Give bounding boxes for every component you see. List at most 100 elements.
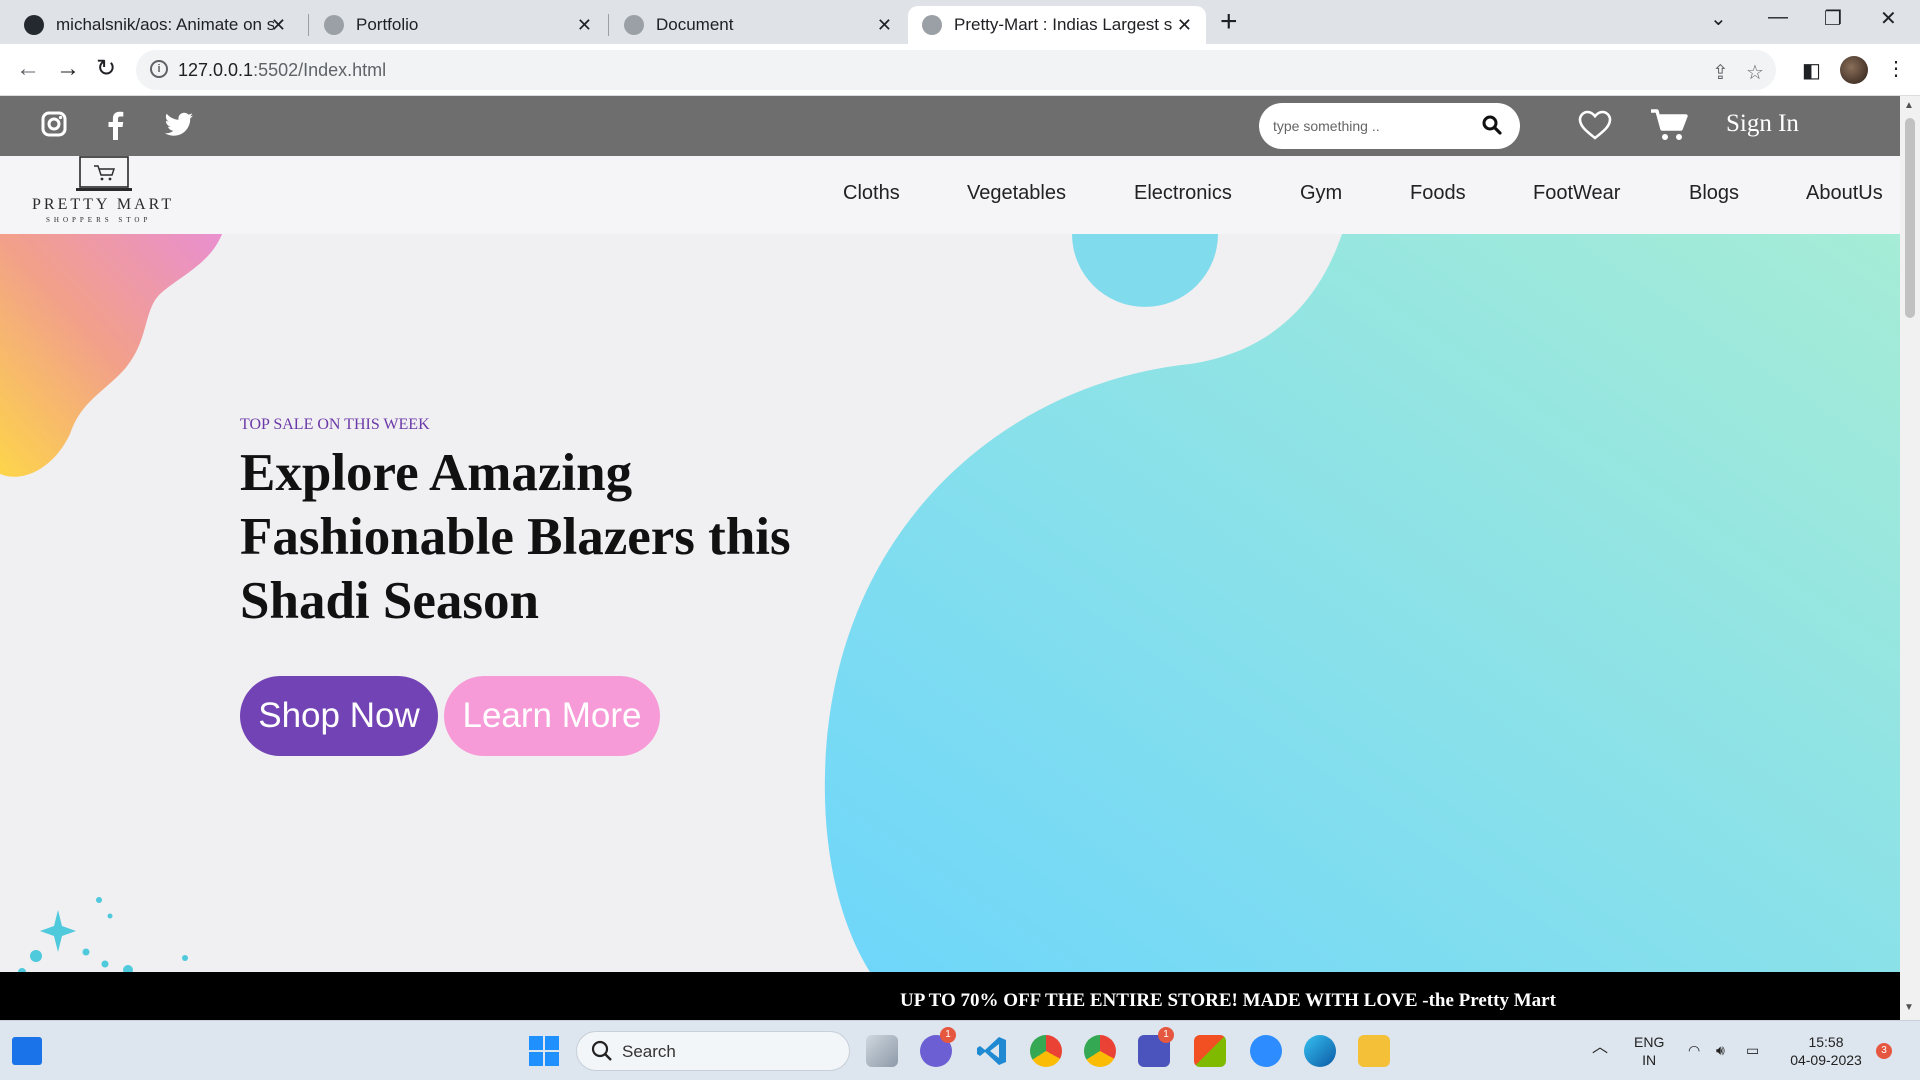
scrollbar-thumb[interactable] (1905, 118, 1915, 318)
clock-date: 04-09-2023 (1790, 1052, 1862, 1068)
new-tab-button[interactable]: + (1220, 6, 1238, 38)
logo-subtitle: SHOPPERS STOP (46, 216, 152, 224)
minimize-icon[interactable]: — (1768, 6, 1788, 29)
nav-item-footwear[interactable]: FootWear (1533, 182, 1620, 205)
profile-avatar[interactable] (1840, 56, 1868, 84)
side-panel-icon[interactable]: ◧ (1802, 58, 1821, 83)
facebook-icon[interactable] (104, 110, 126, 145)
teams-icon[interactable]: 1 (1138, 1027, 1174, 1067)
start-icon[interactable] (528, 1035, 560, 1067)
taskbar-search[interactable]: Search (576, 1031, 850, 1071)
close-icon[interactable]: ✕ (577, 15, 592, 36)
nav-item-cloths[interactable]: Cloths (843, 182, 900, 205)
pretty-mart-logo[interactable]: PRETTY MART SHOPPERS STOP (30, 156, 180, 230)
nav-item-blogs[interactable]: Blogs (1689, 182, 1739, 205)
search-icon (591, 1040, 613, 1067)
wifi-icon[interactable]: ◠ (1688, 1041, 1700, 1059)
globe-icon (922, 15, 942, 35)
site-search (1259, 103, 1520, 149)
restore-icon[interactable]: ❐ (1824, 6, 1842, 31)
notification-badge[interactable]: 3 (1876, 1043, 1892, 1059)
file-explorer-icon[interactable] (1358, 1035, 1390, 1067)
page-viewport: Sign In PRETTY MART SHOPPERS STOP Cloths… (0, 96, 1900, 1020)
close-icon[interactable]: ✕ (271, 15, 286, 36)
signin-link[interactable]: Sign In (1726, 110, 1799, 138)
sparkles (18, 897, 188, 972)
promo-text: UP TO 70% OFF THE ENTIRE STORE! MADE WIT… (900, 990, 1556, 1011)
close-icon[interactable]: ✕ (1177, 15, 1192, 36)
clock[interactable]: 15:58 04-09-2023 (1786, 1033, 1866, 1069)
browser-tab-bar: michalsnik/aos: Animate on scroll ✕ Port… (0, 0, 1920, 44)
url-field[interactable]: i 127.0.0.1:5502/Index.html ⇪ ☆ (136, 50, 1776, 90)
globe-icon (624, 15, 644, 35)
search-icon[interactable] (1482, 115, 1502, 140)
shop-now-button[interactable]: Shop Now (240, 676, 438, 756)
zoom-icon[interactable] (1250, 1035, 1282, 1067)
tab-portfolio[interactable]: Portfolio ✕ (310, 6, 606, 44)
menu-kebab-icon[interactable]: ⋮ (1886, 56, 1906, 81)
tab-title: Document (656, 15, 734, 34)
teams2-badge: 1 (1158, 1027, 1174, 1043)
share-icon[interactable]: ⇪ (1712, 60, 1729, 85)
promo-marquee: UP TO 70% OFF THE ENTIRE STORE! MADE WIT… (0, 972, 1900, 1020)
close-window-icon[interactable]: ✕ (1880, 6, 1897, 31)
address-bar: ← → ↻ i 127.0.0.1:5502/Index.html ⇪ ☆ ◧ … (0, 44, 1920, 96)
windows-taskbar: Search 1 1 ︿ ENG IN ◠ 🔊︎ ▭ 15:58 04-09-2… (0, 1020, 1920, 1080)
teams-badge: 1 (940, 1027, 956, 1043)
nav-item-gym[interactable]: Gym (1300, 182, 1342, 205)
heart-icon[interactable] (1578, 110, 1612, 145)
back-icon[interactable]: ← (16, 56, 40, 82)
task-view-icon[interactable] (866, 1035, 898, 1067)
twitter-icon[interactable] (164, 112, 194, 143)
language-code: ENG (1634, 1034, 1665, 1050)
taskbar-search-label: Search (622, 1042, 676, 1061)
tab-title: Portfolio (356, 15, 419, 34)
teams-chat-icon[interactable]: 1 (920, 1027, 956, 1067)
chrome-icon[interactable] (1084, 1035, 1116, 1067)
forward-icon[interactable]: → (56, 56, 80, 82)
nav-item-electronics[interactable]: Electronics (1134, 182, 1232, 205)
reload-icon[interactable]: ↻ (96, 56, 116, 82)
chrome-active-icon[interactable] (1030, 1035, 1062, 1067)
top-utility-bar: Sign In (0, 96, 1900, 156)
bookmark-star-icon[interactable]: ☆ (1746, 60, 1764, 85)
scroll-down-icon[interactable]: ▼ (1904, 1002, 1914, 1013)
nav-item-aboutus[interactable]: AboutUs (1806, 182, 1883, 205)
large-cyan-blob (824, 234, 1900, 972)
hero-headline: Explore Amazing Fashionable Blazers this… (240, 444, 791, 630)
main-navbar: PRETTY MART SHOPPERS STOP Cloths Vegetab… (0, 156, 1900, 234)
hero-section: TOP SALE ON THIS WEEK Explore Amazing Fa… (0, 234, 1900, 972)
tab-title: Pretty-Mart : Indias Largest shopping (954, 15, 1172, 34)
language-indicator[interactable]: ENG IN (1634, 1033, 1664, 1069)
tray-chevron-icon[interactable]: ︿ (1592, 1039, 1608, 1057)
region-code: IN (1642, 1052, 1657, 1068)
tab-document[interactable]: Document ✕ (610, 6, 906, 44)
store-icon[interactable] (1194, 1035, 1226, 1067)
close-icon[interactable]: ✕ (877, 15, 892, 36)
nav-item-foods[interactable]: Foods (1410, 182, 1466, 205)
warm-corner-blob (0, 234, 222, 477)
battery-icon[interactable]: ▭ (1746, 1041, 1759, 1059)
laptop-cart-icon (76, 156, 132, 191)
tab-search-icon[interactable]: ⌄ (1710, 6, 1727, 31)
github-icon (24, 15, 44, 35)
scroll-up-icon[interactable]: ▲ (1904, 100, 1914, 111)
globe-icon (324, 15, 344, 35)
learn-more-button[interactable]: Learn More (444, 676, 660, 756)
nav-item-vegetables[interactable]: Vegetables (967, 182, 1066, 205)
cyan-semicircle (1072, 234, 1218, 307)
site-info-icon[interactable]: i (150, 60, 168, 78)
search-input[interactable] (1273, 115, 1473, 137)
url-host: 127.0.0.1 (178, 60, 254, 80)
instagram-icon[interactable] (40, 110, 68, 143)
url-text: 127.0.0.1:5502/Index.html (178, 60, 386, 81)
tab-pretty-mart[interactable]: Pretty-Mart : Indias Largest shopping ✕ (908, 6, 1206, 44)
page-scrollbar[interactable]: ▲ ▼ (1900, 96, 1920, 1020)
vscode-icon[interactable] (976, 1035, 1008, 1067)
tab-aos[interactable]: michalsnik/aos: Animate on scroll ✕ (10, 6, 300, 44)
volume-icon[interactable]: 🔊︎ (1716, 1041, 1725, 1059)
logo-name: PRETTY MART (32, 196, 175, 213)
edge-icon[interactable] (1304, 1035, 1336, 1067)
widgets-icon[interactable] (12, 1037, 42, 1065)
cart-icon[interactable] (1650, 108, 1688, 147)
